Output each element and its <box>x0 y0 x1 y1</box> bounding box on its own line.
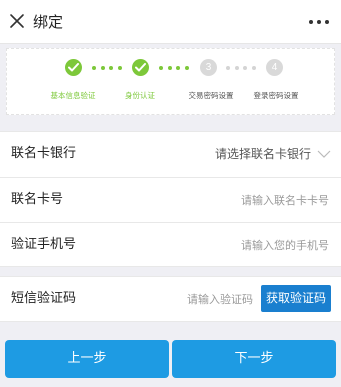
sms-code-input[interactable]: 请输入验证码 <box>187 292 253 307</box>
next-button[interactable]: 下一步 <box>172 340 336 378</box>
step-2-label: 身份认证 <box>125 91 155 100</box>
title-bar: 绑定 <box>0 0 341 44</box>
close-icon[interactable] <box>8 12 26 30</box>
sms-code-label: 短信验证码 <box>11 291 77 306</box>
step-connector-3 <box>226 66 256 70</box>
chevron-down-icon <box>317 150 331 158</box>
page-title: 绑定 <box>33 13 64 31</box>
phone-label: 验证手机号 <box>11 237 77 252</box>
step-3-number: 3 <box>200 59 217 76</box>
card-number-input[interactable]: 请输入联名卡卡号 <box>241 193 329 208</box>
stepper-section: 3 4 基本信息验证 身份认证 交易密码设置 登录密码设置 <box>0 44 341 122</box>
progress-stepper: 3 4 基本信息验证 身份认证 交易密码设置 登录密码设置 <box>6 48 335 115</box>
card-number-row: 联名卡号 请输入联名卡卡号 <box>0 178 341 223</box>
more-icon[interactable] <box>309 14 329 30</box>
step-connector-1 <box>92 66 122 70</box>
phone-input[interactable]: 请输入您的手机号 <box>241 238 329 253</box>
card-number-label: 联名卡号 <box>11 192 64 207</box>
step-4-label: 登录密码设置 <box>253 91 299 100</box>
step-connector-2 <box>159 66 189 70</box>
phone-row: 验证手机号 请输入您的手机号 <box>0 223 341 268</box>
bank-select-row[interactable]: 联名卡银行 请选择联名卡银行 <box>0 132 341 177</box>
prev-button[interactable]: 上一步 <box>5 340 169 378</box>
sms-code-row: 短信验证码 请输入验证码 获取验证码 <box>0 276 341 322</box>
step-3-label: 交易密码设置 <box>188 91 234 100</box>
bank-label: 联名卡银行 <box>11 146 77 161</box>
get-code-button[interactable]: 获取验证码 <box>261 285 331 312</box>
bind-form: 联名卡银行 请选择联名卡银行 联名卡号 请输入联名卡卡号 验证手机号 请输入您的… <box>0 131 341 267</box>
bank-select[interactable]: 请选择联名卡银行 <box>215 146 311 162</box>
step-2-check-icon <box>132 59 149 76</box>
step-1-check-icon <box>65 59 82 76</box>
step-4-number: 4 <box>266 59 283 76</box>
step-1-label: 基本信息验证 <box>50 91 96 100</box>
